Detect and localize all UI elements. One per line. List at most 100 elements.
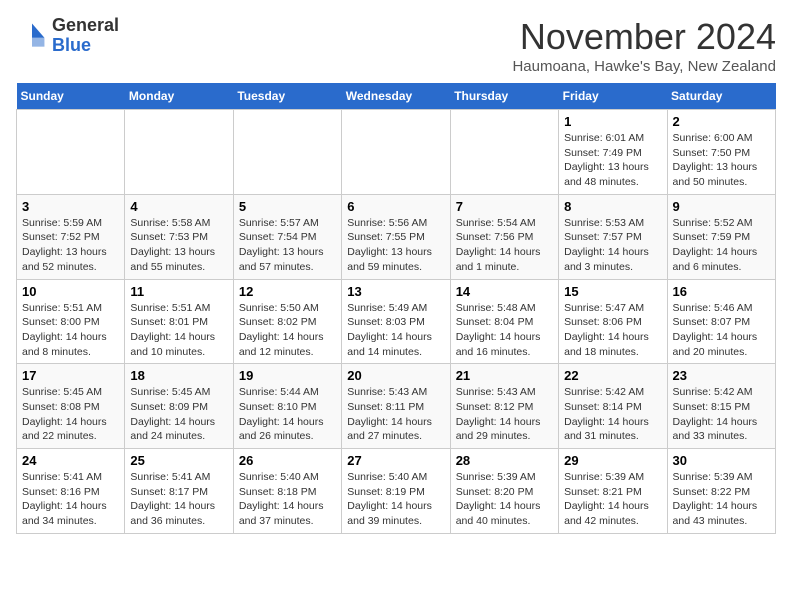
day-info: Sunrise: 5:42 AM Sunset: 8:14 PM Dayligh… [564,385,661,444]
day-number: 17 [22,368,119,383]
day-number: 13 [347,284,444,299]
weekday-header: Thursday [450,83,558,110]
day-info: Sunrise: 5:58 AM Sunset: 7:53 PM Dayligh… [130,216,227,275]
calendar-cell: 26 Sunrise: 5:40 AM Sunset: 8:18 PM Dayli… [233,449,341,534]
calendar-cell: 29Sunrise: 5:39 AM Sunset: 8:21 PM Dayli… [559,449,667,534]
calendar-cell: 16 Sunrise: 5:46 AM Sunset: 8:07 PM Dayli… [667,279,775,364]
calendar-cell: 19Sunrise: 5:44 AM Sunset: 8:10 PM Dayli… [233,364,341,449]
day-info: Sunrise: 5:54 AM Sunset: 7:56 PM Dayligh… [456,216,553,275]
day-info: Sunrise: 5:48 AM Sunset: 8:04 PM Dayligh… [456,301,553,360]
day-number: 26 [239,453,336,468]
weekday-header: Saturday [667,83,775,110]
calendar-week-row: 1Sunrise: 6:01 AM Sunset: 7:49 PM Daylig… [17,110,776,195]
calendar-cell: 12 Sunrise: 5:50 AM Sunset: 8:02 PM Dayli… [233,279,341,364]
calendar-cell: 17 Sunrise: 5:45 AM Sunset: 8:08 PM Dayli… [17,364,125,449]
day-number: 20 [347,368,444,383]
day-info: Sunrise: 5:39 AM Sunset: 8:20 PM Dayligh… [456,470,553,529]
calendar-cell: 1Sunrise: 6:01 AM Sunset: 7:49 PM Daylig… [559,110,667,195]
calendar-cell: 14 Sunrise: 5:48 AM Sunset: 8:04 PM Dayli… [450,279,558,364]
day-info: Sunrise: 5:39 AM Sunset: 8:22 PM Dayligh… [673,470,770,529]
day-info: Sunrise: 5:50 AM Sunset: 8:02 PM Dayligh… [239,301,336,360]
day-info: Sunrise: 5:52 AM Sunset: 7:59 PM Dayligh… [673,216,770,275]
day-number: 8 [564,199,661,214]
day-info: Sunrise: 5:57 AM Sunset: 7:54 PM Dayligh… [239,216,336,275]
calendar-cell [450,110,558,195]
day-number: 27 [347,453,444,468]
day-number: 1 [564,114,661,129]
day-info: Sunrise: 5:59 AM Sunset: 7:52 PM Dayligh… [22,216,119,275]
day-number: 4 [130,199,227,214]
calendar-cell: 21Sunrise: 5:43 AM Sunset: 8:12 PM Dayli… [450,364,558,449]
calendar-cell: 9 Sunrise: 5:52 AM Sunset: 7:59 PM Daylig… [667,194,775,279]
calendar-cell: 25 Sunrise: 5:41 AM Sunset: 8:17 PM Dayli… [125,449,233,534]
day-number: 7 [456,199,553,214]
day-info: Sunrise: 5:51 AM Sunset: 8:01 PM Dayligh… [130,301,227,360]
day-info: Sunrise: 5:56 AM Sunset: 7:55 PM Dayligh… [347,216,444,275]
day-number: 25 [130,453,227,468]
day-info: Sunrise: 5:42 AM Sunset: 8:15 PM Dayligh… [673,385,770,444]
page-header: General Blue November 2024 Haumoana, Haw… [16,16,776,75]
calendar-cell: 4 Sunrise: 5:58 AM Sunset: 7:53 PM Daylig… [125,194,233,279]
calendar-cell: 20 Sunrise: 5:43 AM Sunset: 8:11 PM Dayli… [342,364,450,449]
logo-general: General [52,16,119,36]
calendar-cell: 2 Sunrise: 6:00 AM Sunset: 7:50 PM Daylig… [667,110,775,195]
day-info: Sunrise: 5:49 AM Sunset: 8:03 PM Dayligh… [347,301,444,360]
day-info: Sunrise: 5:40 AM Sunset: 8:19 PM Dayligh… [347,470,444,529]
calendar-cell: 18Sunrise: 5:45 AM Sunset: 8:09 PM Dayli… [125,364,233,449]
calendar-cell: 27 Sunrise: 5:40 AM Sunset: 8:19 PM Dayli… [342,449,450,534]
calendar-cell: 13 Sunrise: 5:49 AM Sunset: 8:03 PM Dayli… [342,279,450,364]
calendar-cell: 10Sunrise: 5:51 AM Sunset: 8:00 PM Dayli… [17,279,125,364]
day-number: 22 [564,368,661,383]
day-number: 12 [239,284,336,299]
day-number: 29 [564,453,661,468]
day-number: 3 [22,199,119,214]
logo-blue: Blue [52,36,119,56]
calendar-cell: 15 Sunrise: 5:47 AM Sunset: 8:06 PM Dayli… [559,279,667,364]
day-info: Sunrise: 5:43 AM Sunset: 8:12 PM Dayligh… [456,385,553,444]
logo-text: General Blue [52,16,119,56]
day-info: Sunrise: 5:45 AM Sunset: 8:08 PM Dayligh… [22,385,119,444]
day-number: 16 [673,284,770,299]
weekday-header: Friday [559,83,667,110]
calendar-cell: 22 Sunrise: 5:42 AM Sunset: 8:14 PM Dayli… [559,364,667,449]
day-number: 15 [564,284,661,299]
day-number: 14 [456,284,553,299]
calendar-cell: 23 Sunrise: 5:42 AM Sunset: 8:15 PM Dayli… [667,364,775,449]
weekday-header: Wednesday [342,83,450,110]
day-number: 11 [130,284,227,299]
calendar-cell: 24Sunrise: 5:41 AM Sunset: 8:16 PM Dayli… [17,449,125,534]
logo: General Blue [16,16,119,56]
day-number: 18 [130,368,227,383]
calendar-week-row: 10Sunrise: 5:51 AM Sunset: 8:00 PM Dayli… [17,279,776,364]
calendar-cell: 7 Sunrise: 5:54 AM Sunset: 7:56 PM Daylig… [450,194,558,279]
calendar-cell: 11 Sunrise: 5:51 AM Sunset: 8:01 PM Dayli… [125,279,233,364]
day-number: 30 [673,453,770,468]
day-info: Sunrise: 5:43 AM Sunset: 8:11 PM Dayligh… [347,385,444,444]
day-info: Sunrise: 5:53 AM Sunset: 7:57 PM Dayligh… [564,216,661,275]
day-info: Sunrise: 5:44 AM Sunset: 8:10 PM Dayligh… [239,385,336,444]
day-info: Sunrise: 6:00 AM Sunset: 7:50 PM Dayligh… [673,131,770,190]
calendar-week-row: 3 Sunrise: 5:59 AM Sunset: 7:52 PM Daylig… [17,194,776,279]
weekday-header: Tuesday [233,83,341,110]
calendar-cell [125,110,233,195]
calendar-cell [342,110,450,195]
logo-icon [16,20,48,52]
day-info: Sunrise: 5:40 AM Sunset: 8:18 PM Dayligh… [239,470,336,529]
calendar-header: SundayMondayTuesdayWednesdayThursdayFrid… [17,83,776,110]
day-info: Sunrise: 5:47 AM Sunset: 8:06 PM Dayligh… [564,301,661,360]
day-info: Sunrise: 5:51 AM Sunset: 8:00 PM Dayligh… [22,301,119,360]
day-number: 9 [673,199,770,214]
day-number: 23 [673,368,770,383]
day-info: Sunrise: 5:41 AM Sunset: 8:16 PM Dayligh… [22,470,119,529]
calendar-body: 1Sunrise: 6:01 AM Sunset: 7:49 PM Daylig… [17,110,776,534]
day-info: Sunrise: 5:46 AM Sunset: 8:07 PM Dayligh… [673,301,770,360]
day-number: 2 [673,114,770,129]
day-number: 28 [456,453,553,468]
day-info: Sunrise: 5:41 AM Sunset: 8:17 PM Dayligh… [130,470,227,529]
calendar-cell: 30 Sunrise: 5:39 AM Sunset: 8:22 PM Dayli… [667,449,775,534]
calendar-cell: 28 Sunrise: 5:39 AM Sunset: 8:20 PM Dayli… [450,449,558,534]
month-title: November 2024 [512,16,776,58]
calendar-cell [17,110,125,195]
calendar-cell: 3 Sunrise: 5:59 AM Sunset: 7:52 PM Daylig… [17,194,125,279]
title-section: November 2024 Haumoana, Hawke's Bay, New… [512,16,776,75]
